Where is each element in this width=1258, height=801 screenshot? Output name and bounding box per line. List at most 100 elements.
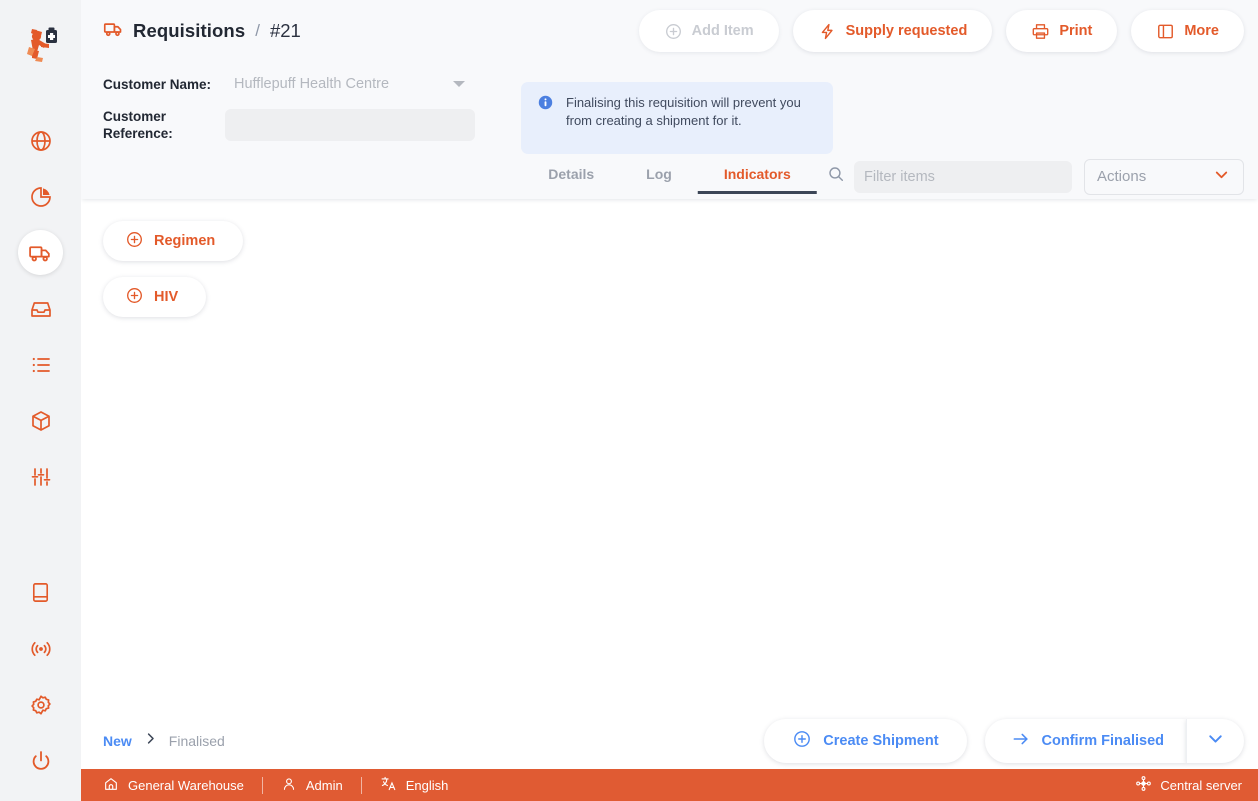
- customer-name-select[interactable]: Hufflepuff Health Centre: [225, 68, 475, 100]
- plus-circle-icon: [664, 22, 683, 41]
- sidebar-item-dashboard[interactable]: [18, 118, 63, 163]
- sidebar-item-distribution[interactable]: [18, 230, 63, 275]
- home-icon: [103, 776, 119, 795]
- tab-details-label: Details: [548, 166, 595, 182]
- customer-name-value: Hufflepuff Health Centre: [234, 76, 390, 92]
- confirm-finalised-dropdown[interactable]: [1186, 718, 1244, 763]
- tab-log-label: Log: [646, 166, 672, 182]
- page-title: Requisitions: [133, 20, 246, 41]
- status-current: New: [103, 732, 132, 749]
- form-row: Customer Name: Hufflepuff Health Centre …: [81, 62, 1258, 154]
- sidebar-item-inventory[interactable]: [18, 398, 63, 443]
- confirm-finalised-button[interactable]: Confirm Finalised: [984, 718, 1186, 763]
- status-user[interactable]: Admin: [281, 776, 343, 795]
- chevron-down-icon: [1205, 728, 1226, 754]
- tab-indicators-label: Indicators: [723, 166, 791, 182]
- more-button[interactable]: More: [1131, 10, 1244, 52]
- customer-name-field: Customer Name: Hufflepuff Health Centre: [103, 68, 503, 100]
- chevron-right-icon: [143, 731, 158, 751]
- record-id: #21: [269, 20, 301, 41]
- indicators-panel: Regimen HIV: [81, 199, 1258, 712]
- msupply-runner-logo[interactable]: [18, 22, 64, 68]
- sidebar-nav-bottom: [18, 570, 63, 783]
- status-language[interactable]: English: [380, 775, 448, 795]
- create-shipment-label: Create Shipment: [823, 732, 939, 749]
- footer-actions: Create Shipment Confirm Finalised: [764, 718, 1244, 763]
- print-button[interactable]: Print: [1006, 10, 1118, 52]
- sidebar-item-tools[interactable]: [18, 454, 63, 499]
- bolt-icon: [818, 22, 837, 41]
- create-shipment-button[interactable]: Create Shipment: [764, 718, 967, 763]
- status-next: Finalised: [168, 732, 225, 749]
- app-window: Requisitions / #21 Add Item Supply reque…: [0, 0, 1258, 801]
- status-server[interactable]: Central server: [1135, 775, 1242, 795]
- person-icon: [281, 776, 297, 795]
- actions-dropdown-label: Actions: [1097, 168, 1147, 185]
- chip-row-hiv: HIV: [103, 277, 1258, 333]
- left-sidebar: [0, 0, 81, 801]
- breadcrumb: Requisitions / #21: [103, 18, 301, 44]
- plus-circle-icon: [125, 286, 144, 309]
- search-icon[interactable]: [827, 165, 845, 188]
- add-regimen-button[interactable]: Regimen: [103, 221, 244, 261]
- sidebar-item-replenishment[interactable]: [18, 286, 63, 331]
- info-banner: Finalising this requisition will prevent…: [521, 82, 833, 154]
- chip-row-regimen: Regimen: [103, 221, 1258, 277]
- add-item-button[interactable]: Add Item: [638, 10, 779, 52]
- title-row: Requisitions / #21 Add Item Supply reque…: [81, 0, 1258, 62]
- status-breadcrumb: New Finalised: [103, 731, 225, 751]
- header-actions: Add Item Supply requested Print More: [638, 10, 1244, 52]
- sidebar-nav-top: [18, 118, 63, 499]
- filter-items-box: [827, 160, 1072, 193]
- tab-indicators[interactable]: Indicators: [697, 166, 817, 194]
- tab-log[interactable]: Log: [620, 166, 698, 194]
- search-and-actions: Actions: [827, 158, 1244, 195]
- print-label: Print: [1059, 23, 1093, 39]
- sidebar-item-manual[interactable]: [18, 570, 63, 615]
- network-icon: [1135, 775, 1152, 795]
- status-divider: [261, 776, 263, 794]
- truck-icon: [103, 18, 124, 44]
- info-icon: [537, 94, 554, 116]
- add-hiv-button[interactable]: HIV: [103, 277, 207, 317]
- arrow-right-icon: [1011, 729, 1031, 753]
- info-banner-text: Finalising this requisition will prevent…: [566, 95, 801, 128]
- search-input[interactable]: [854, 160, 1072, 193]
- sidebar-item-logout[interactable]: [18, 738, 63, 783]
- more-label: More: [1184, 23, 1219, 39]
- confirm-finalised-group: Confirm Finalised: [984, 718, 1244, 763]
- status-divider: [360, 776, 362, 794]
- status-server-label: Central server: [1160, 777, 1242, 793]
- customer-reference-input[interactable]: [225, 109, 475, 141]
- add-hiv-label: HIV: [154, 289, 179, 305]
- sidebar-item-catalogue[interactable]: [18, 342, 63, 387]
- add-regimen-label: Regimen: [154, 233, 216, 249]
- page-header: Requisitions / #21 Add Item Supply reque…: [81, 0, 1258, 199]
- tab-details[interactable]: Details: [522, 166, 620, 194]
- supply-requested-label: Supply requested: [845, 23, 968, 39]
- plus-circle-icon: [792, 729, 812, 753]
- chevron-down-icon: [453, 81, 465, 87]
- customer-reference-label: Customer Reference:: [103, 109, 173, 141]
- supply-requested-button[interactable]: Supply requested: [792, 10, 993, 52]
- printer-icon: [1031, 22, 1050, 41]
- panel-icon: [1156, 22, 1175, 41]
- customer-name-label: Customer Name:: [103, 76, 212, 92]
- status-store-label: General Warehouse: [128, 777, 244, 793]
- sidebar-item-settings[interactable]: [18, 682, 63, 727]
- breadcrumb-separator: /: [255, 21, 260, 40]
- confirm-finalised-label: Confirm Finalised: [1041, 732, 1164, 749]
- main-area: Requisitions / #21 Add Item Supply reque…: [81, 0, 1258, 801]
- status-user-label: Admin: [305, 777, 343, 793]
- sidebar-item-sync[interactable]: [18, 626, 63, 671]
- add-item-label: Add Item: [691, 23, 754, 39]
- status-bar: General Warehouse Admin English Central …: [81, 769, 1258, 801]
- customer-reference-field: Customer Reference:: [103, 108, 503, 142]
- status-store[interactable]: General Warehouse: [103, 776, 244, 795]
- sidebar-item-reports[interactable]: [18, 174, 63, 219]
- actions-dropdown[interactable]: Actions: [1084, 158, 1244, 195]
- page-footer: New Finalised Create Shipment Confirm Fi…: [81, 712, 1258, 769]
- translate-icon: [380, 775, 397, 795]
- customer-fields: Customer Name: Hufflepuff Health Centre …: [103, 62, 503, 154]
- plus-circle-icon: [125, 230, 144, 253]
